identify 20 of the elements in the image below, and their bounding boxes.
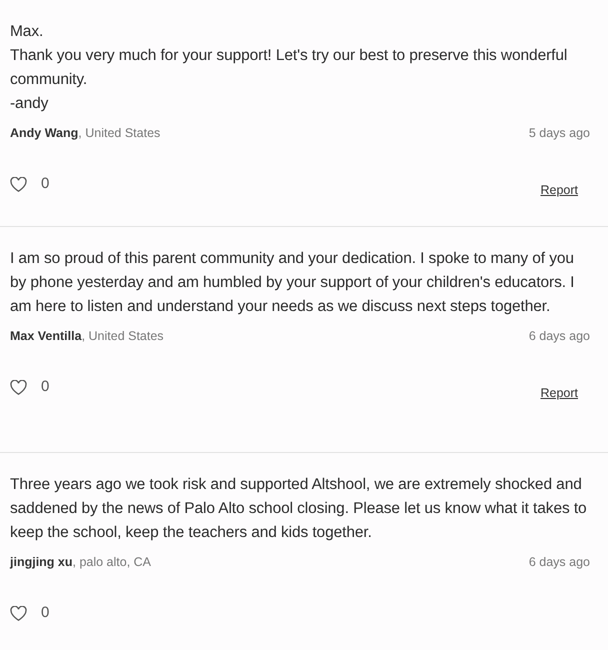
author-location: , United States bbox=[78, 125, 160, 142]
comment-time: 6 days ago bbox=[528, 328, 590, 345]
heart-icon[interactable] bbox=[10, 606, 27, 620]
comment-text: Max. Thank you very much for your support! Let's try our best to preserve this wonderful community. -andy bbox=[10, 22, 568, 114]
author-location: , United States bbox=[82, 328, 164, 345]
like-count: 0 bbox=[41, 602, 50, 623]
like-count: 0 bbox=[41, 174, 50, 194]
comment-text: I am so proud of this parent community and your dedication. I spoke to many of you by phone yesterday and am humbled by your support of your children's educators. I am here to listen and understand your needs as we discuss next steps together. bbox=[10, 249, 576, 317]
report-link[interactable]: Report bbox=[540, 180, 578, 200]
comment-time: 6 days ago bbox=[528, 554, 590, 571]
author-name[interactable]: Max Ventilla bbox=[10, 327, 82, 346]
comment-text: Three years ago we took risk and supported Altshool, we are extremely shocked and saddened by the news of Palo Alto school closing. Please let us know what it takes to keep the school, keep the teachers and kids together. bbox=[10, 475, 588, 543]
comment-time: 5 days ago bbox=[528, 125, 590, 142]
report-link[interactable]: Report bbox=[540, 384, 578, 402]
author-name[interactable]: Andy Wang bbox=[10, 124, 78, 143]
author-location: , palo alto, CA bbox=[72, 554, 152, 571]
author-name[interactable]: jingjing xu bbox=[10, 553, 72, 572]
heart-icon[interactable] bbox=[10, 380, 27, 394]
heart-icon[interactable] bbox=[10, 176, 27, 192]
like-count: 0 bbox=[41, 376, 50, 397]
